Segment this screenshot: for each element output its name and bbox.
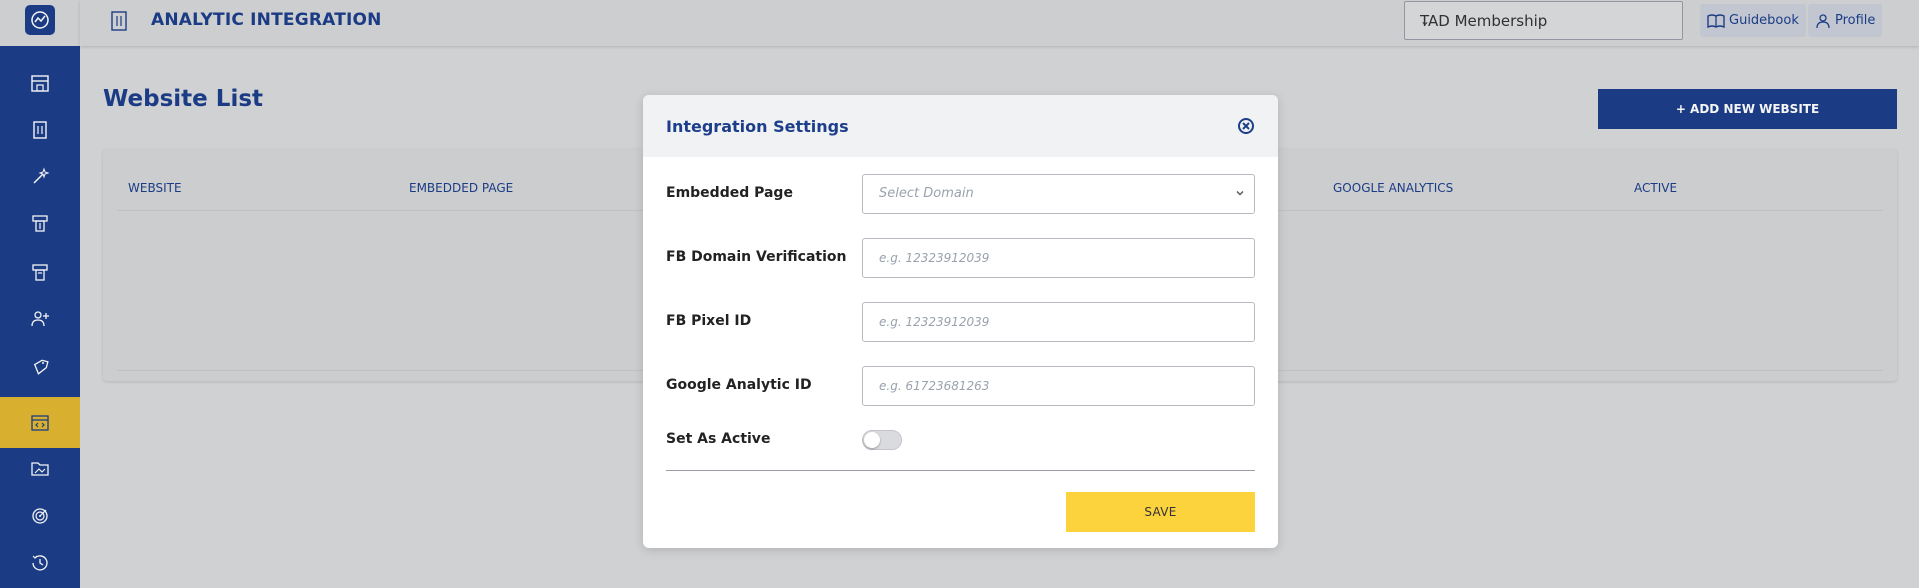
set-active-toggle[interactable]	[862, 430, 902, 450]
set-active-label: Set As Active	[666, 431, 771, 447]
google-analytic-label: Google Analytic ID	[666, 377, 812, 393]
embedded-page-placeholder: Select Domain	[879, 186, 974, 201]
modal-title: Integration Settings	[666, 117, 849, 136]
fb-domain-placeholder: e.g. 12323912039	[879, 251, 990, 265]
embedded-page-label: Embedded Page	[666, 185, 793, 201]
fb-domain-input[interactable]: e.g. 12323912039	[862, 238, 1255, 278]
fb-pixel-placeholder: e.g. 12323912039	[879, 315, 990, 329]
fb-pixel-label: FB Pixel ID	[666, 313, 752, 329]
embedded-page-select[interactable]: Select Domain	[862, 174, 1255, 214]
fb-pixel-input[interactable]: e.g. 12323912039	[862, 302, 1255, 342]
save-button[interactable]: SAVE	[1066, 492, 1255, 532]
modal-header: Integration Settings	[643, 95, 1278, 157]
fb-domain-label: FB Domain Verification	[666, 249, 847, 265]
toggle-knob	[864, 432, 880, 448]
google-analytic-placeholder: e.g. 61723681263	[879, 379, 990, 393]
google-analytic-input[interactable]: e.g. 61723681263	[862, 366, 1255, 406]
chevron-down-icon	[1236, 191, 1244, 196]
close-icon[interactable]	[1237, 117, 1255, 135]
modal-divider	[666, 470, 1255, 471]
integration-settings-modal: Integration Settings Embedded Page Selec…	[643, 95, 1278, 548]
